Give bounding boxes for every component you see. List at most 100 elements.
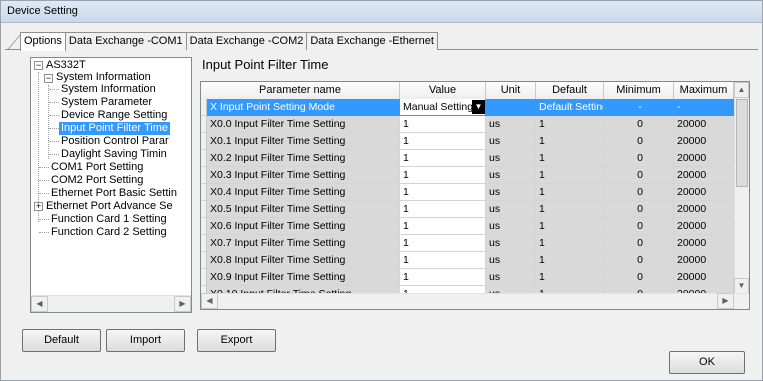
cell-unit (486, 99, 536, 116)
cell-value[interactable]: 1 (400, 235, 486, 252)
cell-unit: us (486, 133, 536, 150)
scroll-right-icon[interactable]: ▶ (174, 296, 191, 312)
cell-maximum: 20000 (674, 269, 734, 286)
ok-button[interactable]: OK (669, 351, 745, 374)
cell-unit-text: us (489, 169, 501, 181)
cell-maximum-text: 20000 (677, 254, 707, 266)
import-button[interactable]: Import (106, 329, 185, 352)
tree-item-device-range-setting[interactable]: Device Range Setting (61, 109, 167, 122)
cell-value[interactable]: 1 (400, 116, 486, 133)
vertical-scroll-thumb[interactable] (736, 99, 748, 187)
tab-options[interactable]: Options (20, 32, 66, 51)
tree-line (39, 232, 49, 233)
table-row[interactable]: X0.5 Input Filter Time Setting 1 us 1 0 20000 (201, 201, 734, 218)
cell-value-text: 1 (403, 118, 409, 130)
cell-value[interactable]: 1 (400, 150, 486, 167)
cell-minimum: 0 (604, 116, 674, 133)
tab-data-exchange-ethernet[interactable]: Data Exchange -Ethernet (306, 32, 438, 50)
cell-value[interactable]: 1 (400, 133, 486, 150)
scroll-down-icon[interactable]: ▼ (734, 278, 749, 294)
column-header-parameter-name[interactable]: Parameter name (201, 82, 400, 99)
table-row[interactable]: X0.1 Input Filter Time Setting 1 us 1 0 20000 (201, 133, 734, 150)
cell-default-text: 1 (539, 220, 545, 232)
tree-item-function-card-1-setting[interactable]: Function Card 1 Setting (51, 213, 167, 226)
cell-parameter-name-text: X0.3 Input Filter Time Setting (210, 169, 346, 181)
export-button[interactable]: Export (197, 329, 276, 352)
cell-unit-text: us (489, 220, 501, 232)
tree-item-system-information-sub[interactable]: System Information (61, 83, 156, 96)
collapse-system-information-icon[interactable]: − (44, 74, 53, 83)
cell-default-text: 1 (539, 254, 545, 266)
default-button[interactable]: Default (22, 329, 101, 352)
cell-maximum-text: - (677, 101, 681, 113)
parameter-grid[interactable]: Parameter name Value Unit Default Minimu… (200, 81, 750, 310)
grid-vertical-scrollbar[interactable]: ▲ ▼ (734, 82, 749, 294)
tree-item-com1-port-setting[interactable]: COM1 Port Setting (51, 161, 143, 174)
table-row[interactable]: X0.6 Input Filter Time Setting 1 us 1 0 20000 (201, 218, 734, 235)
cell-maximum: 20000 (674, 167, 734, 184)
cell-unit: us (486, 150, 536, 167)
cell-value[interactable]: 1 (400, 218, 486, 235)
tree-item-daylight-saving-timing[interactable]: Daylight Saving Timin (61, 148, 167, 161)
cell-value[interactable]: Manual Setting ▼ (400, 99, 486, 116)
cell-parameter-name-text: X0.2 Input Filter Time Setting (210, 152, 346, 164)
cell-maximum-text: 20000 (677, 271, 707, 283)
cell-default-text: 1 (539, 169, 545, 181)
cell-value[interactable]: 1 (400, 201, 486, 218)
cell-parameter-name-text: X0.9 Input Filter Time Setting (210, 271, 346, 283)
cell-unit-text: us (489, 135, 501, 147)
cell-minimum: - (604, 99, 674, 116)
cell-minimum-text: 0 (637, 169, 643, 181)
cell-parameter-name-text: X0.7 Input Filter Time Setting (210, 237, 346, 249)
column-header-minimum[interactable]: Minimum (604, 82, 674, 99)
cell-maximum-text: 20000 (677, 186, 707, 198)
cell-default: 1 (536, 269, 604, 286)
tree-item-system-parameter[interactable]: System Parameter (61, 96, 152, 109)
scroll-left-icon[interactable]: ◀ (201, 293, 218, 309)
settings-tree[interactable]: − AS332T − System Information System Inf… (30, 57, 192, 313)
cell-default-text: 1 (539, 152, 545, 164)
column-header-unit[interactable]: Unit (486, 82, 536, 99)
tree-item-function-card-2-setting[interactable]: Function Card 2 Setting (51, 226, 167, 239)
column-header-default[interactable]: Default (536, 82, 604, 99)
cell-parameter-name-text: X0.0 Input Filter Time Setting (210, 118, 346, 130)
tree-item-ethernet-port-advance-setting[interactable]: Ethernet Port Advance Se (46, 200, 173, 213)
column-header-maximum[interactable]: Maximum (674, 82, 734, 99)
table-row[interactable]: X0.9 Input Filter Time Setting 1 us 1 0 20000 (201, 269, 734, 286)
cell-unit: us (486, 116, 536, 133)
collapse-root-icon[interactable]: − (34, 61, 43, 70)
cell-value[interactable]: 1 (400, 184, 486, 201)
scroll-up-icon[interactable]: ▲ (734, 82, 749, 98)
table-row[interactable]: X0.8 Input Filter Time Setting 1 us 1 0 20000 (201, 252, 734, 269)
tab-data-exchange-com2[interactable]: Data Exchange -COM2 (185, 32, 308, 50)
horizontal-scroll-thumb[interactable] (218, 296, 708, 307)
cell-maximum: 20000 (674, 252, 734, 269)
cell-maximum: 20000 (674, 201, 734, 218)
cell-maximum-text: 20000 (677, 169, 707, 181)
tree-item-position-control-parameter[interactable]: Position Control Parar (61, 135, 169, 148)
table-row[interactable]: X0.4 Input Filter Time Setting 1 us 1 0 20000 (201, 184, 734, 201)
dropdown-arrow-icon[interactable]: ▼ (472, 100, 485, 114)
table-row[interactable]: X0.2 Input Filter Time Setting 1 us 1 0 20000 (201, 150, 734, 167)
cell-maximum: 20000 (674, 116, 734, 133)
grid-horizontal-scrollbar[interactable]: ◀ ▶ (201, 293, 749, 309)
cell-value-text: 1 (403, 237, 409, 249)
tree-item-com2-port-setting[interactable]: COM2 Port Setting (51, 174, 143, 187)
table-row[interactable]: X0.0 Input Filter Time Setting 1 us 1 0 20000 (201, 116, 734, 133)
tree-item-ethernet-port-basic-setting[interactable]: Ethernet Port Basic Settin (51, 187, 177, 200)
expand-ethernet-advance-icon[interactable]: + (34, 202, 43, 211)
table-row[interactable]: X0.3 Input Filter Time Setting 1 us 1 0 20000 (201, 167, 734, 184)
cell-value[interactable]: 1 (400, 269, 486, 286)
cell-value[interactable]: 1 (400, 252, 486, 269)
table-row[interactable]: X0.7 Input Filter Time Setting 1 us 1 0 20000 (201, 235, 734, 252)
cell-value[interactable]: 1 (400, 167, 486, 184)
tree-item-input-point-filter-time[interactable]: Input Point Filter Time (59, 122, 170, 135)
tab-data-exchange-com1[interactable]: Data Exchange -COM1 (64, 32, 187, 50)
table-row[interactable]: X Input Point Setting Mode Manual Setting… (201, 99, 734, 116)
cell-maximum-text: 20000 (677, 203, 707, 215)
column-header-value[interactable]: Value (400, 82, 486, 99)
cell-parameter-name-text: X0.8 Input Filter Time Setting (210, 254, 346, 266)
scroll-left-icon[interactable]: ◀ (31, 296, 48, 312)
scroll-right-icon[interactable]: ▶ (717, 293, 734, 309)
tree-horizontal-scrollbar[interactable]: ◀ ▶ (31, 295, 191, 312)
